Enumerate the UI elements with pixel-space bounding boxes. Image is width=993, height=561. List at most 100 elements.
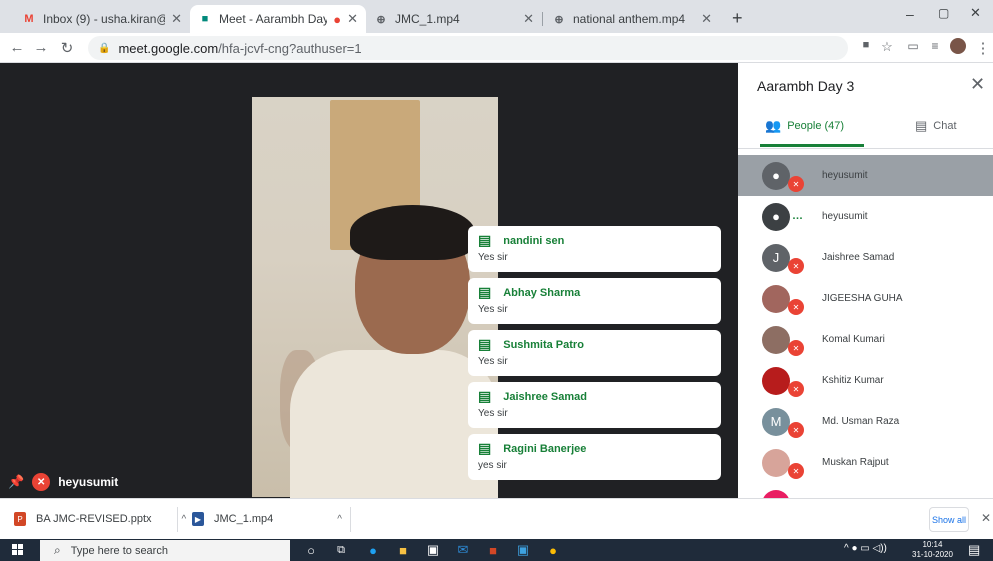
close-tab-icon[interactable]: ✕ bbox=[523, 11, 534, 27]
close-window-icon[interactable]: ✕ bbox=[970, 5, 981, 21]
search-icon: ⌕ bbox=[54, 543, 61, 557]
close-icon[interactable]: ✕ bbox=[970, 74, 985, 95]
participant-name: Jaishree Samad bbox=[822, 252, 895, 263]
tab-meet[interactable]: ■ Meet - Aarambh Day 3 ● ✕ bbox=[190, 5, 366, 33]
chat-notification[interactable]: ▤ Abhay Sharma Yes sir bbox=[468, 278, 721, 324]
list-item[interactable] bbox=[738, 483, 993, 498]
chat-message-icon: ▤ bbox=[478, 388, 492, 404]
chat-notification[interactable]: ▤ nandini sen Yes sir bbox=[468, 226, 721, 272]
pptx-file-icon: P bbox=[14, 512, 26, 526]
powerpoint-icon[interactable]: ■ bbox=[482, 540, 504, 560]
download-divider bbox=[350, 507, 351, 532]
tab-jmc-video[interactable]: ⊕ JMC_1.mp4 ✕ bbox=[366, 5, 542, 33]
address-bar[interactable]: 🔒 meet.google.com/hfa-jcvf-cng?authuser=… bbox=[88, 36, 848, 60]
globe-icon: ⊕ bbox=[376, 13, 386, 26]
chat-sender: Ragini Banerjee bbox=[503, 442, 587, 455]
cortana-icon[interactable]: ○ bbox=[300, 540, 322, 560]
reading-list-icon[interactable]: ≡ bbox=[926, 39, 944, 53]
tab-people-label: People (47) bbox=[787, 120, 845, 132]
tab-chat[interactable]: ▤ Chat bbox=[915, 118, 957, 134]
list-item[interactable]: ● … heyusumit bbox=[738, 196, 993, 237]
windows-start-icon[interactable] bbox=[12, 544, 24, 556]
show-all-button[interactable]: Show all bbox=[929, 507, 969, 532]
mic-off-icon: ✕ bbox=[788, 340, 804, 356]
download-filename: BA JMC-REVISED.pptx bbox=[36, 513, 152, 525]
chat-message: Yes sir bbox=[478, 252, 508, 263]
maximize-icon[interactable]: ▢ bbox=[938, 6, 949, 20]
chat-notification[interactable]: ▤ Jaishree Samad Yes sir bbox=[468, 382, 721, 428]
list-item[interactable]: ✕ JIGEESHA GUHA bbox=[738, 278, 993, 319]
list-item[interactable]: ● ✕ heyusumit bbox=[738, 155, 993, 196]
participant-name: JIGEESHA GUHA bbox=[822, 293, 903, 304]
close-tab-icon[interactable]: ✕ bbox=[171, 11, 182, 27]
mic-off-icon: ✕ bbox=[788, 258, 804, 274]
notifications-icon[interactable]: ▤ bbox=[968, 542, 980, 558]
chat-message: yes sir bbox=[478, 460, 507, 471]
chrome-icon[interactable]: ● bbox=[542, 540, 564, 560]
new-tab-icon[interactable]: + bbox=[732, 8, 743, 29]
minimize-icon[interactable]: – bbox=[906, 6, 914, 22]
mail-icon[interactable]: ✉ bbox=[452, 540, 474, 560]
photos-icon[interactable]: ▣ bbox=[512, 540, 534, 560]
meet-icon: ■ bbox=[201, 13, 209, 25]
tab-national-anthem[interactable]: ⊕ national anthem.mp4 ✕ bbox=[544, 5, 720, 33]
chevron-up-icon[interactable]: ^ bbox=[182, 514, 187, 525]
list-item[interactable]: M ✕ Md. Usman Raza bbox=[738, 401, 993, 442]
edge-icon[interactable]: ● bbox=[362, 540, 384, 560]
tab-people[interactable]: 👥 People (47) bbox=[765, 118, 844, 134]
chat-notification[interactable]: ▤ Sushmita Patro Yes sir bbox=[468, 330, 721, 376]
download-item[interactable]: P BA JMC-REVISED.pptx ^ bbox=[14, 512, 186, 526]
chat-icon: ▤ bbox=[915, 118, 928, 133]
chat-notification[interactable]: ▤ Ragini Banerjee yes sir bbox=[468, 434, 721, 480]
cast-icon[interactable]: ▭ bbox=[904, 39, 922, 53]
back-icon[interactable]: ← bbox=[8, 39, 26, 56]
close-tab-icon[interactable]: ✕ bbox=[347, 11, 358, 27]
chat-message-icon: ▤ bbox=[478, 336, 492, 352]
reload-icon[interactable]: ↻ bbox=[58, 39, 76, 57]
close-icon[interactable]: ✕ bbox=[981, 511, 991, 525]
forward-icon[interactable]: → bbox=[32, 39, 50, 56]
chat-message-icon: ▤ bbox=[478, 284, 492, 300]
download-item[interactable]: ▶ JMC_1.mp4 ^ bbox=[192, 512, 342, 526]
file-explorer-icon[interactable]: ■ bbox=[392, 540, 414, 560]
list-item[interactable]: ✕ Muskan Rajput bbox=[738, 442, 993, 483]
video-person-hair bbox=[350, 205, 475, 260]
avatar bbox=[762, 366, 790, 395]
download-divider bbox=[177, 507, 178, 532]
store-icon[interactable]: ▣ bbox=[422, 540, 444, 560]
chat-message-icon: ▤ bbox=[478, 232, 492, 248]
clock-time: 10:14 bbox=[922, 540, 943, 549]
chat-sender: nandini sen bbox=[503, 234, 565, 247]
taskbar-search-input[interactable]: ⌕ Type here to search bbox=[40, 540, 290, 561]
list-item[interactable]: J ✕ Jaishree Samad bbox=[738, 237, 993, 278]
chat-sender: Abhay Sharma bbox=[503, 286, 581, 299]
mic-off-icon: ✕ bbox=[32, 473, 51, 491]
avatar: M bbox=[762, 407, 790, 436]
list-item[interactable]: ✕ Kshitiz Kumar bbox=[738, 360, 993, 401]
taskbar-clock[interactable]: 10:14 31-10-2020 bbox=[912, 540, 953, 560]
chevron-up-icon[interactable]: ^ bbox=[337, 514, 342, 525]
profile-avatar[interactable] bbox=[950, 38, 966, 54]
clock-date: 31-10-2020 bbox=[912, 550, 953, 559]
video-person-body bbox=[290, 350, 498, 498]
pin-icon[interactable]: 📌 bbox=[8, 474, 24, 490]
close-tab-icon[interactable]: ✕ bbox=[701, 11, 712, 27]
globe-icon: ⊕ bbox=[554, 13, 564, 26]
participant-name: heyusumit bbox=[822, 211, 868, 222]
people-list: ● ✕ heyusumit ● … heyusumit J ✕ Jaishree… bbox=[738, 155, 993, 498]
tab-gmail[interactable]: M Inbox (9) - usha.kiran@arkajainu ✕ bbox=[14, 5, 190, 33]
tab-title: JMC_1.mp4 bbox=[395, 12, 460, 26]
kebab-menu-icon[interactable]: ⋮ bbox=[974, 39, 992, 57]
task-view-icon[interactable]: ⧉ bbox=[330, 540, 352, 560]
list-item[interactable]: ✕ Komal Kumari bbox=[738, 319, 993, 360]
self-name: heyusumit bbox=[58, 475, 119, 489]
tab-chat-label: Chat bbox=[933, 120, 957, 132]
gmail-icon: M bbox=[24, 13, 34, 25]
system-tray-icons[interactable]: ^ ● ▭ ◁)) bbox=[844, 543, 887, 554]
tab-divider bbox=[542, 12, 543, 26]
camera-icon[interactable]: ■ bbox=[857, 39, 875, 51]
participant-name: Kshitiz Kumar bbox=[822, 375, 884, 386]
bookmark-star-icon[interactable]: ☆ bbox=[878, 39, 896, 55]
mic-off-icon: ✕ bbox=[788, 176, 804, 192]
tab-title: national anthem.mp4 bbox=[573, 12, 686, 26]
